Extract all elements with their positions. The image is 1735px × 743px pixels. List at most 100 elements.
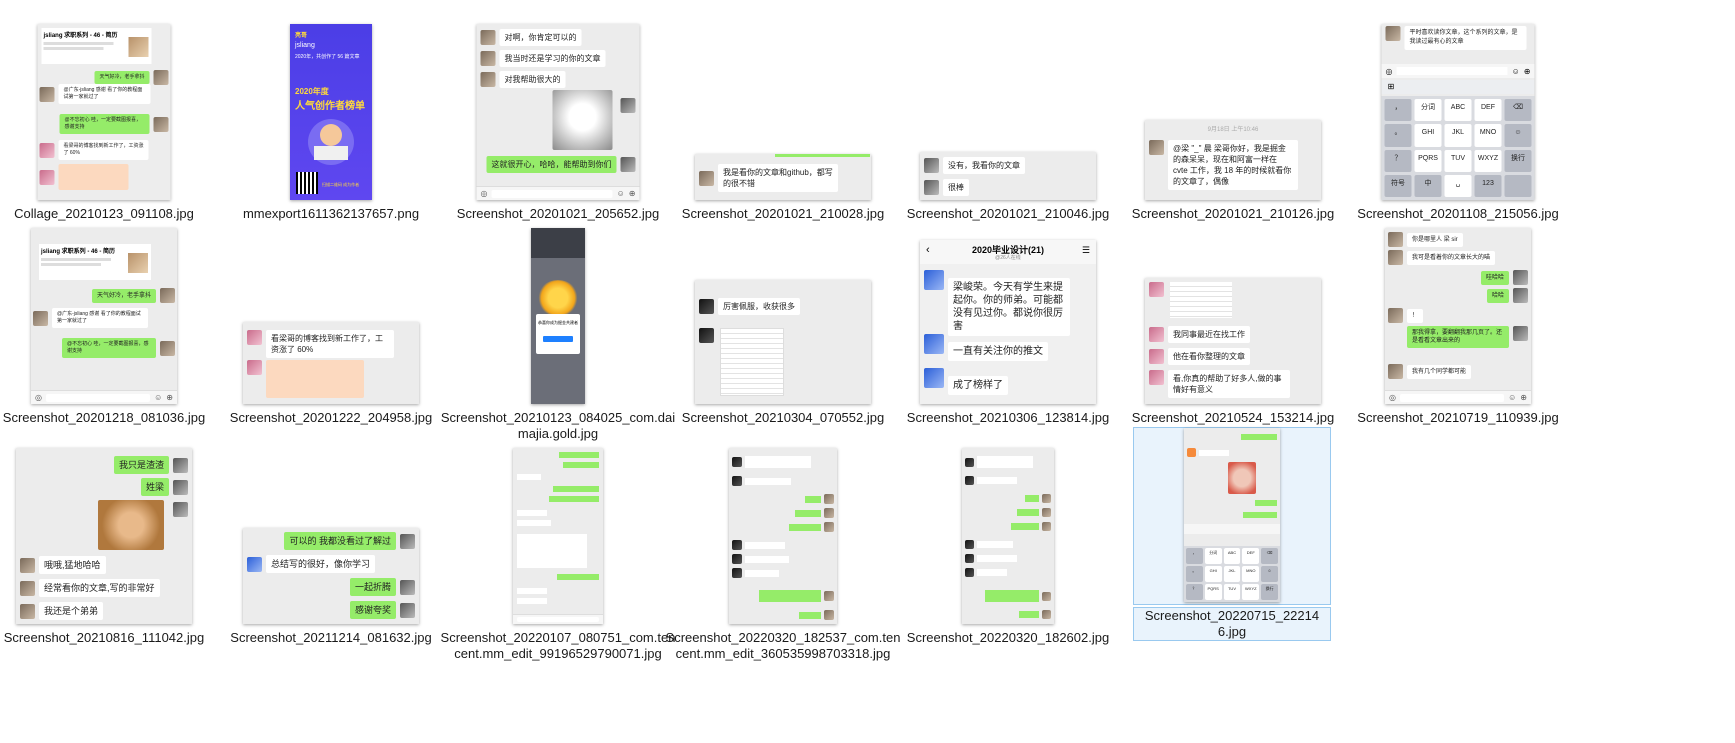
file-name: Screenshot_20220715_222146.jpg [1133, 607, 1331, 641]
key[interactable]: ABC [1444, 99, 1472, 122]
key[interactable]: WXYZ [1242, 584, 1260, 600]
key[interactable]: MNO [1474, 124, 1502, 147]
message-bubble: ！ [1407, 308, 1424, 323]
file-thumbnail: 可以的 我都没看过了解过 总结写的很好，像你学习 一起折腾 感谢夸奖 [243, 528, 419, 624]
sticker-image [1228, 462, 1256, 494]
file-thumbnail: jsliang 求职系列 - 46 - 简历 天气好冷，老手拿抖 @广东-jsl… [37, 24, 171, 200]
key[interactable]: 换行 [1261, 584, 1278, 600]
message-bubble: 他在看你整理的文章 [1168, 348, 1250, 365]
plus-icon: ⊕ [628, 189, 636, 198]
key[interactable]: 换行 [1504, 149, 1532, 172]
message-bubble: 成了榜样了 [948, 376, 1008, 395]
file-item[interactable]: 你是哪里人 梁 sir 我可是看着你的文章长大的喵 哇哈哈 哈哈 ！ 那我得拿，… [1334, 206, 1582, 426]
space-key[interactable]: ␣ [1444, 174, 1472, 197]
file-item[interactable]: ‹ 2020毕业设计(21) @26人在线 ☰ 梁峻荣。今天有学生来提起你。你的… [884, 206, 1132, 426]
file-thumbnail: 我同事最近在找工作 他在看你整理的文章 看,你真的帮助了好多人,做的事情好有意义 [1145, 278, 1321, 404]
file-item-selected[interactable]: ，分词 ABC DEF ⌫ 。 GHI JKL MNO ☺ ？ PQRS TUV WXYZ 换行 Sc… [1133, 427, 1331, 641]
file-item[interactable]: 9月18日 上午10:46 @梁 "_" 晨 梁哥你好，我是掘金的森呆呆，现在和… [1109, 2, 1357, 222]
file-item[interactable]: 我同事最近在找工作 他在看你整理的文章 看,你真的帮助了好多人,做的事情好有意义… [1109, 206, 1357, 426]
key[interactable]: 中 [1414, 174, 1442, 197]
poster-top: 亮哥 [295, 33, 308, 39]
message-bubble: 你是哪里人 梁 sir [1407, 232, 1463, 247]
red-packet [58, 164, 129, 190]
key[interactable]: GHI [1204, 566, 1222, 582]
file-item[interactable]: 亮哥 jsliang 2020年，共创作了 56 篇文章 2020年度 人气创作… [207, 2, 455, 222]
key[interactable]: JKL [1223, 566, 1241, 582]
key[interactable]: MNO [1242, 566, 1260, 582]
message-bubble: 很棒 [943, 179, 969, 196]
file-name: Screenshot_20210304_070552.jpg [681, 410, 885, 425]
poster-foot: 扫描二维码 成为作者 [322, 182, 360, 187]
message-bubble: 我可是看着你的文章长大的喵 [1407, 250, 1496, 265]
keyboard: ，分词 ABC DEF ⌫ 。 GHI JKL MNO ☺ ？ PQRS TUV WXYZ 换行 符号… [1381, 96, 1535, 200]
file-item[interactable]: jsliang 求职系列 - 46 - 简历 天气好冷，老手拿抖 @广东-jsl… [0, 206, 228, 426]
file-thumbnail: 平时喜欢读你文章，这个系列的文章，是我读过最有心的文章 ◎ ☺ ⊕ ⊞ ，分词 ABC… [1381, 24, 1535, 200]
message-bubble: 那我得拿，要翻翻我那几页了。还是看看文章出来的 [1407, 326, 1509, 348]
file-thumbnail [513, 448, 603, 624]
input-bar: ◎ ☺ ⊕ [476, 186, 640, 200]
file-item[interactable]: 恭喜你成为掘金共建者 Screenshot_20210123_084025_co… [434, 206, 682, 442]
message-bubble: 我同事最近在找工作 [1168, 326, 1250, 343]
trophy-image [537, 280, 579, 316]
key[interactable]: PQRS [1204, 584, 1222, 600]
file-name: Screenshot_20220320_182537_com.tencent.m… [665, 630, 901, 661]
key[interactable]: PQRS [1414, 149, 1442, 172]
file-thumbnail: 对啊，你肯定可以的 我当时还是学习的你的文章 对我帮助很大的 这就很开心，哈哈，… [476, 24, 640, 200]
file-thumbnail [962, 448, 1054, 624]
message-bubble: @不忘初心 哇，一定要截图报喜，感谢支持 [59, 114, 150, 134]
dialog-title: 恭喜你成为掘金共建者 [538, 320, 578, 325]
key[interactable]: GHI [1414, 124, 1442, 147]
file-item[interactable]: 平时喜欢读你文章，这个系列的文章，是我读过最有心的文章 ◎ ☺ ⊕ ⊞ ，分词 ABC… [1334, 2, 1582, 222]
file-item[interactable]: 我是看你的文章和github，都写的很不错 Screenshot_2020102… [659, 2, 907, 222]
message-bubble: 我是看你的文章和github，都写的很不错 [718, 164, 838, 192]
file-item[interactable]: 看梁哥的博客找到新工作了，工资涨了 60% Screenshot_2020122… [207, 206, 455, 426]
message-bubble: 哈哈 [1486, 288, 1509, 303]
key[interactable]: DEF [1242, 548, 1260, 564]
file-item[interactable]: Screenshot_20220320_182602.jpg [884, 426, 1132, 646]
message-bubble: 经常看你的文章,写的非常好 [39, 579, 160, 597]
message-bubble: 对啊，你肯定可以的 [499, 29, 582, 46]
menu-icon[interactable]: ☰ [1082, 245, 1090, 256]
key[interactable]: 分词 [1414, 99, 1442, 122]
file-thumbnail: 恭喜你成为掘金共建者 [531, 228, 585, 404]
plus-icon: ⊕ [166, 393, 173, 402]
file-item[interactable]: 厉害佩服，收获很多 Screenshot_20210304_070552.jpg [659, 206, 907, 426]
message-bubble: 没有，我看你的文章 [943, 157, 1025, 174]
message-bubble: @广东-jsliang 感谢 看了你的教程面试第一家就过了 [52, 308, 148, 328]
key[interactable]: WXYZ [1474, 149, 1502, 172]
poster-name: jsliang [295, 42, 315, 49]
message-bubble: 我当时还是学习的你的文章 [499, 50, 606, 67]
plus-icon: ⊕ [1523, 66, 1531, 76]
message-bubble: 天气好冷，老手拿抖 [94, 71, 150, 84]
poster-stats: 2020年，共创作了 56 篇文章 [295, 54, 360, 60]
input-bar: ◎ ☺ ⊕ [1385, 390, 1531, 404]
file-thumbnail: 9月18日 上午10:46 @梁 "_" 晨 梁哥你好，我是掘金的森呆呆，现在和… [1145, 120, 1321, 200]
key[interactable]: 123 [1474, 174, 1502, 197]
key[interactable]: ABC [1223, 548, 1241, 564]
file-thumbnail: 我是看你的文章和github，都写的很不错 [695, 154, 871, 200]
document-image [1170, 282, 1232, 318]
backspace-icon[interactable]: ⌫ [1504, 99, 1532, 122]
file-name: Screenshot_20201218_081036.jpg [2, 410, 206, 425]
file-item[interactable]: Screenshot_20220107_080751_com.tencent.m… [434, 426, 682, 662]
key[interactable]: JKL [1444, 124, 1472, 147]
key[interactable]: 符号 [1384, 174, 1412, 197]
voice-icon: ◎ [1385, 66, 1393, 76]
file-name: Screenshot_20210816_111042.jpg [3, 630, 205, 645]
emoji-key-icon[interactable]: ☺ [1504, 124, 1532, 147]
file-item[interactable]: 可以的 我都没看过了解过 总结写的很好，像你学习 一起折腾 感谢夸奖 Scree… [207, 426, 455, 646]
cat-image [552, 90, 613, 150]
key[interactable]: TUV [1223, 584, 1241, 600]
file-item[interactable]: 没有，我看你的文章 很棒 Screenshot_20201021_210046.… [884, 2, 1132, 222]
key[interactable]: DEF [1474, 99, 1502, 122]
file-item[interactable]: 对啊，你肯定可以的 我当时还是学习的你的文章 对我帮助很大的 这就很开心，哈哈，… [434, 2, 682, 222]
document-image [720, 328, 784, 396]
file-item[interactable]: Screenshot_20220320_182537_com.tencent.m… [659, 426, 907, 662]
file-item[interactable]: 我只是渣渣 姓梁 哦哦,猛地哈哈 经常看你的文章,写的非常好 我还是个弟弟 Sc… [0, 426, 228, 646]
file-item[interactable]: jsliang 求职系列 - 46 - 简历 天气好冷，老手拿抖 @广东-jsl… [0, 2, 228, 222]
file-thumbnail: jsliang 求职系列 - 46 - 简历 天气好冷，老手拿抖 @广东-jsl… [31, 228, 177, 404]
confirm-button[interactable] [543, 336, 573, 342]
key[interactable]: TUV [1444, 149, 1472, 172]
key[interactable]: 分词 [1204, 548, 1222, 564]
input-bar: ◎ ☺ ⊕ [31, 390, 177, 404]
